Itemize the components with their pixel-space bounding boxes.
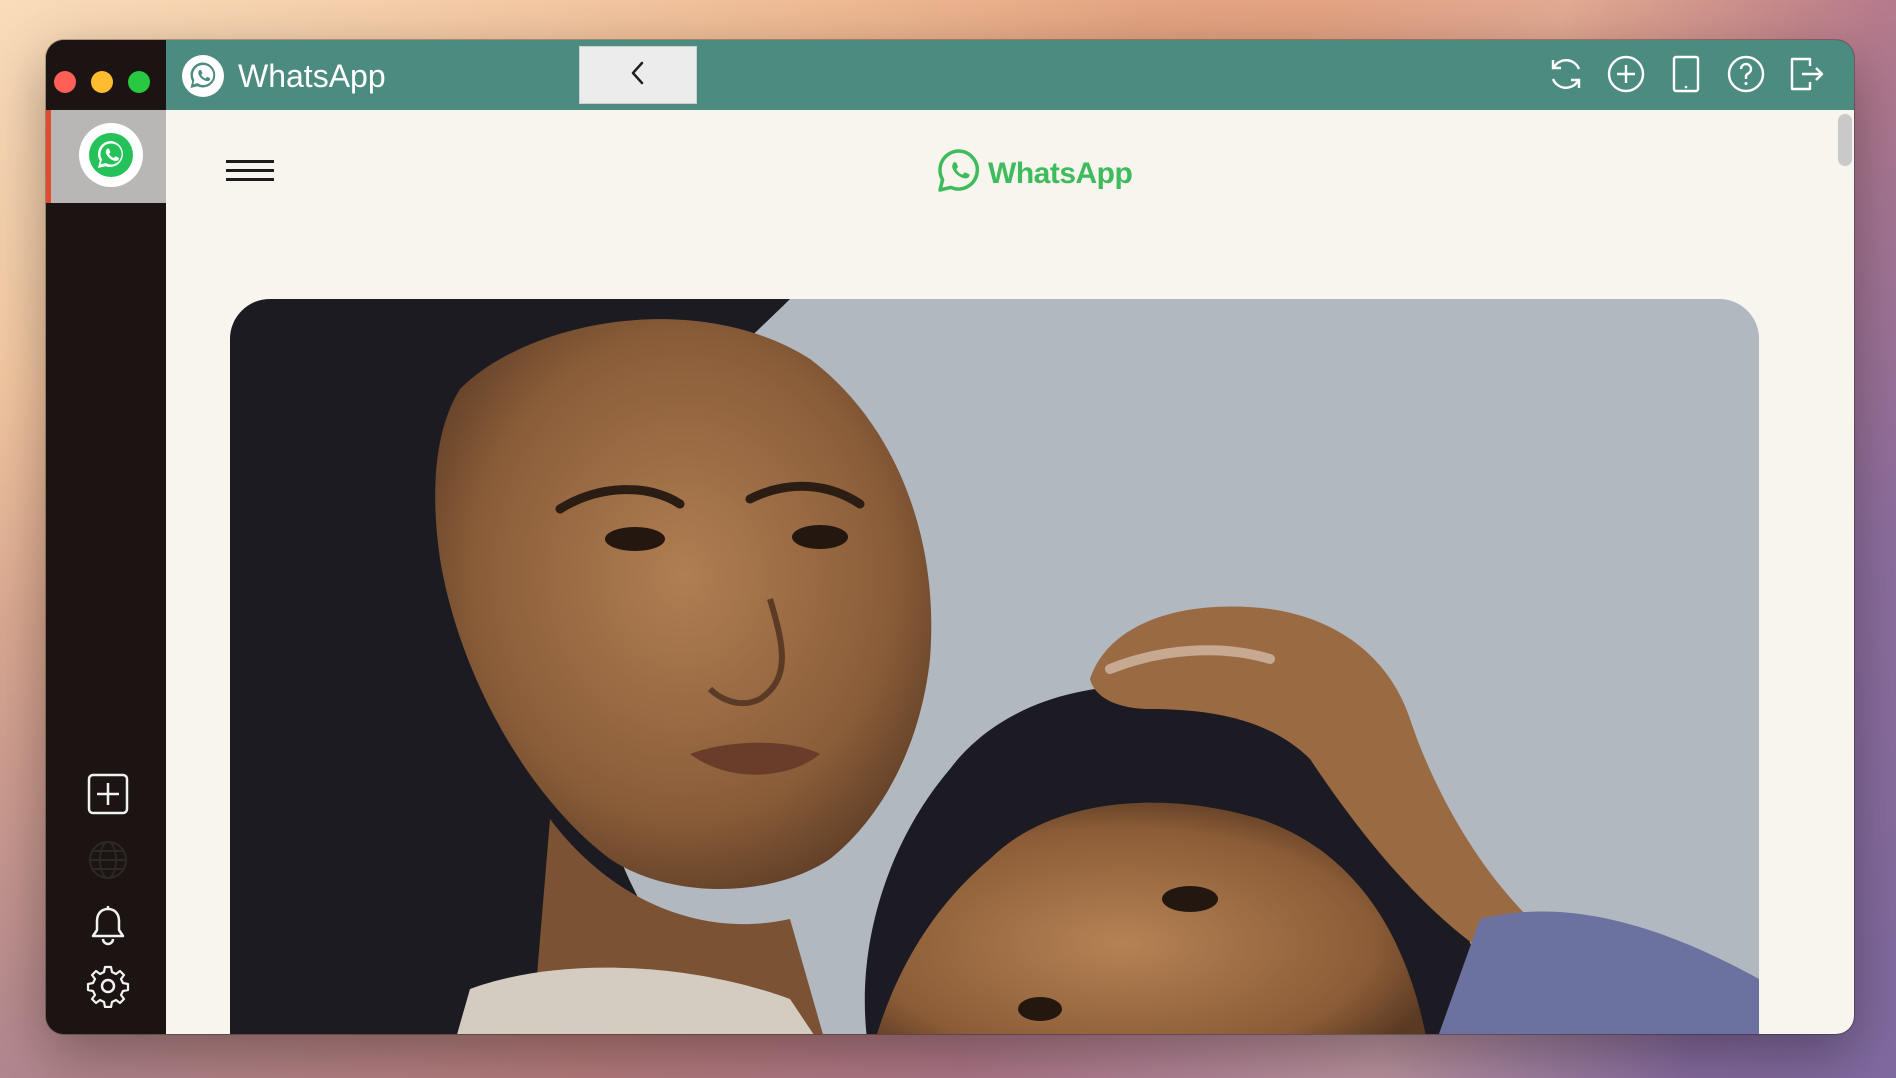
bell-icon[interactable] (86, 904, 130, 948)
close-window-button[interactable] (54, 71, 76, 93)
traffic-lights (54, 71, 150, 93)
add-square-icon[interactable] (86, 772, 130, 816)
sidebar (46, 40, 166, 1034)
minimize-window-button[interactable] (91, 71, 113, 93)
tablet-icon[interactable] (1666, 54, 1706, 94)
whatsapp-icon (79, 123, 143, 187)
help-icon[interactable] (1726, 54, 1766, 94)
hero-image (230, 299, 1759, 1034)
logout-icon[interactable] (1786, 54, 1826, 94)
globe-icon[interactable] (86, 838, 130, 882)
app-window: WhatsApp WhatsApp (46, 40, 1854, 1034)
scrollbar[interactable] (1838, 114, 1852, 166)
refresh-icon[interactable] (1546, 54, 1586, 94)
title-bar: WhatsApp (166, 40, 1854, 110)
whatsapp-logo-icon (936, 148, 982, 199)
app-title: WhatsApp (238, 58, 386, 94)
brand-name: WhatsApp (988, 156, 1133, 190)
whatsapp-logo-icon (182, 55, 224, 97)
hamburger-icon[interactable] (226, 160, 276, 182)
gear-icon[interactable] (86, 964, 130, 1009)
site-brand[interactable]: WhatsApp (936, 148, 1133, 199)
maximize-window-button[interactable] (128, 71, 150, 93)
title-bar-actions (1546, 54, 1826, 94)
web-content: WhatsApp (166, 110, 1854, 1034)
chevron-left-icon (629, 60, 647, 91)
back-button[interactable] (579, 46, 697, 104)
sidebar-item-whatsapp[interactable] (46, 110, 166, 203)
add-circle-icon[interactable] (1606, 54, 1646, 94)
